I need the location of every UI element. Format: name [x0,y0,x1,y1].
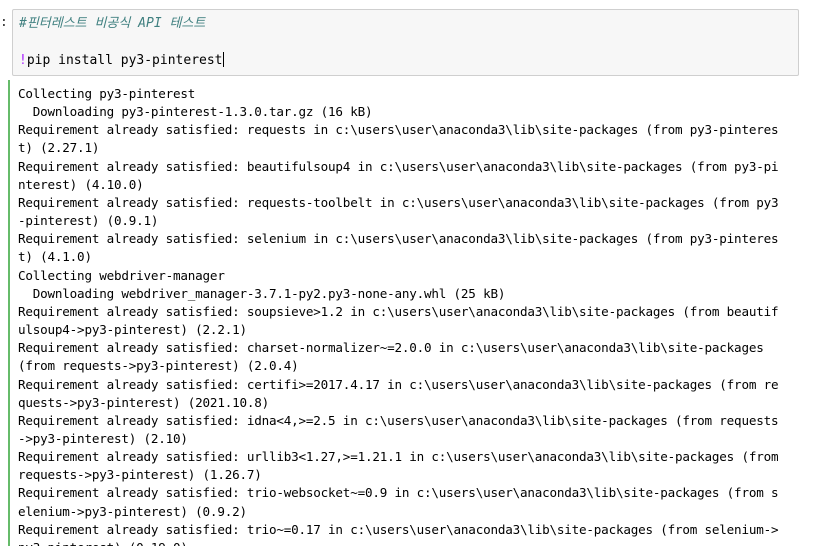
cell-prompt: : [0,15,8,30]
output-line: elenium->py3-pinterest) (0.9.2) [18,503,247,519]
output-line: t) (2.27.1) [18,140,100,156]
output-line: ->py3-pinterest) (2.10) [18,430,188,446]
output-line: (from requests->py3-pinterest) (2.0.4) [18,358,299,374]
output-line: Requirement already satisfied: trio-webs… [18,485,779,501]
output-line: Requirement already satisfied: beautiful… [18,158,779,174]
output-line: Downloading webdriver_manager-3.7.1-py2.… [18,285,506,301]
output-line: Requirement already satisfied: requests-… [18,194,779,210]
output-line: Requirement already satisfied: requests … [18,122,779,138]
output-line: Collecting py3-pinterest [18,86,196,101]
output-line: py3-pinterest) (0.19.0) [18,539,812,546]
output-line: -pinterest) (0.9.1) [18,213,159,229]
output-line: nterest) (4.10.0) [18,176,144,192]
output-line: Requirement already satisfied: trio~=0.1… [18,521,779,537]
code-input-area[interactable]: #핀터레스트 비공식 API 테스트 !pip install py3-pint… [12,9,799,76]
output-line: t) (4.1.0) [18,249,92,265]
output-line: Downloading py3-pinterest-1.3.0.tar.gz (… [18,104,373,120]
output-line: Requirement already satisfied: soupsieve… [18,303,779,319]
output-line: Requirement already satisfied: charset-n… [18,340,764,356]
shell-command: pip install py3-pinterest [26,53,223,68]
shell-bang: ! [19,53,27,68]
text-cursor [222,52,224,67]
cell-output-area: Collecting py3-pinterest Downloading py3… [18,85,812,546]
notebook-cell: : #핀터레스트 비공식 API 테스트 !pip install py3-pi… [0,0,818,546]
output-line: quests->py3-pinterest) (2021.10.8) [18,394,269,410]
output-line: Requirement already satisfied: urllib3<1… [18,449,779,465]
code-command-line[interactable]: !pip install py3-pinterest [19,52,224,70]
output-line: Requirement already satisfied: selenium … [18,231,779,247]
output-line: ulsoup4->py3-pinterest) (2.2.1) [18,322,247,338]
output-line: Collecting webdriver-manager [18,267,225,283]
output-line: requests->py3-pinterest) (1.26.7) [18,467,262,483]
code-comment-line: #핀터레스트 비공식 API 테스트 [19,16,206,31]
output-line: Requirement already satisfied: certifi>=… [18,376,779,392]
cell-focus-indicator [8,80,10,546]
output-line: Requirement already satisfied: idna<4,>=… [18,412,779,428]
